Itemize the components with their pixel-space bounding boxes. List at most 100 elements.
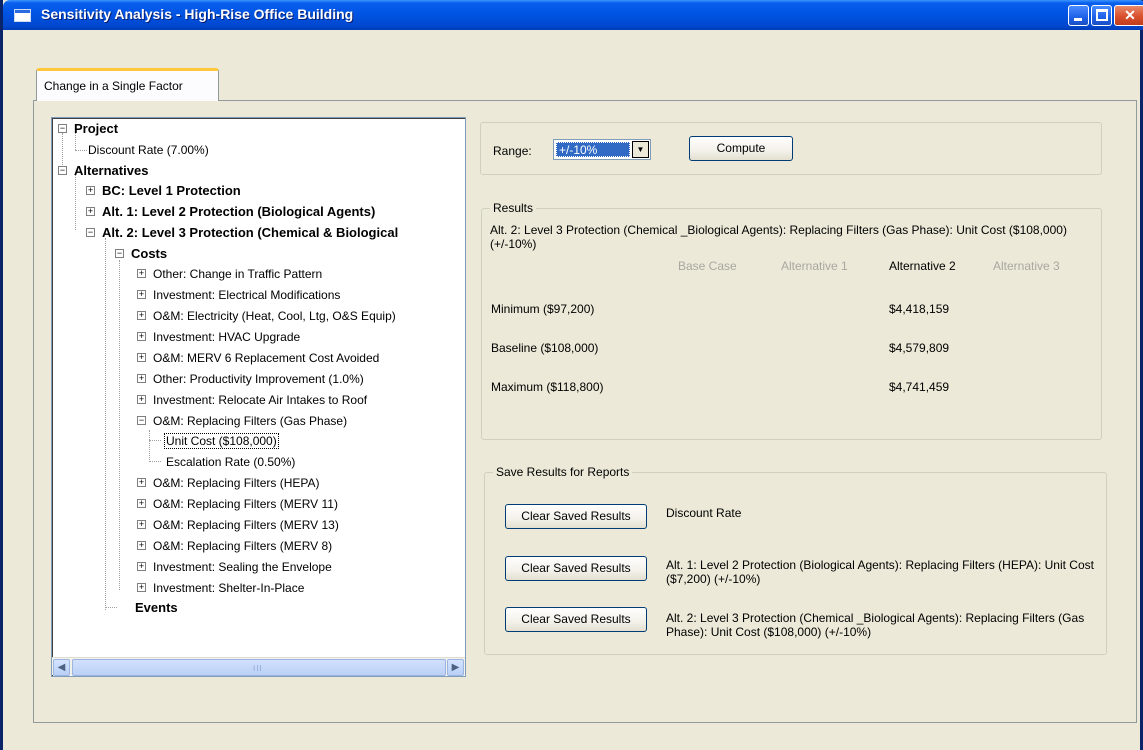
- scroll-thumb[interactable]: III: [72, 659, 446, 676]
- collapse-icon[interactable]: −: [137, 416, 146, 425]
- tree-node-alt-1[interactable]: + Alt. 1: Level 2 Protection (Biological…: [85, 202, 375, 222]
- expand-icon[interactable]: +: [137, 520, 146, 529]
- tree-node-label: Discount Rate (7.00%): [88, 143, 209, 157]
- tree-node-label: O&M: Replacing Filters (MERV 11): [153, 497, 338, 511]
- tree-node-cost-item[interactable]: + Other: Productivity Improvement (1.0%): [136, 369, 364, 389]
- expand-icon[interactable]: +: [137, 269, 146, 278]
- tree-node-cost-item[interactable]: + O&M: Replacing Filters (MERV 8): [136, 536, 332, 556]
- column-header-alternative-1: Alternative 1: [781, 259, 848, 273]
- tab-change-single-factor[interactable]: Change in a Single Factor: [36, 68, 219, 101]
- tree-node-cost-item[interactable]: + O&M: Replacing Filters (MERV 13): [136, 515, 339, 535]
- scroll-right-button[interactable]: ▶: [447, 659, 464, 676]
- expand-icon[interactable]: +: [137, 583, 146, 592]
- collapse-icon[interactable]: −: [58, 124, 67, 133]
- tree-line: [75, 173, 76, 230]
- expand-icon[interactable]: +: [137, 311, 146, 320]
- tree-node-events[interactable]: Events: [135, 598, 178, 618]
- tree-node-label: Investment: HVAC Upgrade: [153, 330, 301, 344]
- save-results-group-title: Save Results for Reports: [493, 465, 633, 479]
- range-select-value: +/-10%: [556, 142, 630, 157]
- result-row-value: $4,418,159: [889, 302, 950, 316]
- expand-icon[interactable]: +: [137, 562, 146, 571]
- expand-icon[interactable]: +: [86, 186, 95, 195]
- tree-node-project[interactable]: − Project: [57, 119, 118, 139]
- tree-node-cost-item[interactable]: + O&M: Replacing Filters (MERV 11): [136, 494, 338, 514]
- tree-line: [75, 150, 87, 151]
- collapse-icon[interactable]: −: [86, 228, 95, 237]
- tree-node-cost-item[interactable]: + O&M: Electricity (Heat, Cool, Ltg, O&S …: [136, 306, 396, 326]
- tree-node-alt-bc[interactable]: + BC: Level 1 Protection: [85, 181, 241, 201]
- tree-node-label: Project: [74, 121, 119, 136]
- tree-node-label: O&M: Replacing Filters (HEPA): [153, 476, 320, 490]
- minimize-icon: [1074, 18, 1082, 21]
- tree-node-label: Investment: Electrical Modifications: [153, 288, 341, 302]
- tree-node-alt-2[interactable]: − Alt. 2: Level 3 Protection (Chemical &…: [85, 223, 398, 243]
- tree-horizontal-scrollbar[interactable]: ◀ III ▶: [52, 657, 465, 676]
- range-select[interactable]: +/-10% ▼: [553, 139, 651, 160]
- tree-node-label-selected: Unit Cost ($108,000): [164, 433, 279, 449]
- tree-node-label: Investment: Sealing the Envelope: [153, 560, 332, 574]
- saved-result-text: Alt. 2: Level 3 Protection (Chemical _Bi…: [666, 611, 1085, 639]
- close-button[interactable]: ✕: [1114, 5, 1143, 26]
- tree-node-label: O&M: Replacing Filters (MERV 13): [153, 518, 339, 532]
- factor-tree[interactable]: − Project Discount Rate (7.00%) − Altern…: [51, 117, 466, 677]
- saved-result-text: Alt. 1: Level 2 Protection (Biological A…: [666, 558, 1094, 586]
- tab-label: Change in a Single Factor: [44, 79, 183, 93]
- tree-node-discount-rate[interactable]: Discount Rate (7.00%): [88, 140, 209, 160]
- expand-icon[interactable]: +: [137, 541, 146, 550]
- tree-node-cost-item[interactable]: + Investment: Sealing the Envelope: [136, 557, 332, 577]
- tree-node-cost-item-expanded[interactable]: − O&M: Replacing Filters (Gas Phase): [136, 411, 347, 431]
- expand-icon[interactable]: +: [137, 353, 146, 362]
- tree-node-cost-item[interactable]: + Investment: Electrical Modifications: [136, 285, 340, 305]
- tree-node-costs[interactable]: − Costs: [114, 244, 167, 264]
- clear-saved-results-button[interactable]: Clear Saved Results: [505, 504, 647, 529]
- tree-node-label: Investment: Shelter-In-Place: [153, 581, 305, 595]
- scroll-left-button[interactable]: ◀: [53, 659, 70, 676]
- tree-node-alternatives[interactable]: − Alternatives: [57, 161, 148, 181]
- result-row-label: Minimum ($97,200): [491, 302, 595, 316]
- collapse-icon[interactable]: −: [115, 249, 124, 258]
- expand-icon[interactable]: +: [137, 478, 146, 487]
- expand-icon[interactable]: +: [137, 332, 146, 341]
- scroll-left-icon: ◀: [57, 662, 66, 673]
- tree-node-cost-item[interactable]: + Investment: HVAC Upgrade: [136, 327, 300, 347]
- tree-line: [119, 260, 120, 590]
- tree-node-cost-item[interactable]: + O&M: Replacing Filters (HEPA): [136, 473, 319, 493]
- app-window: Sensitivity Analysis - High-Rise Office …: [0, 0, 1143, 750]
- tree-line: [149, 430, 150, 460]
- tree-line: [149, 461, 161, 462]
- compute-button[interactable]: Compute: [689, 136, 793, 161]
- tree-node-escalation-rate[interactable]: Escalation Rate (0.50%): [164, 452, 295, 472]
- expand-icon[interactable]: +: [137, 290, 146, 299]
- tree-node-label: O&M: Replacing Filters (Gas Phase): [153, 414, 348, 428]
- tree-node-cost-item[interactable]: + Investment: Shelter-In-Place: [136, 578, 304, 598]
- range-dropdown-button[interactable]: ▼: [632, 141, 649, 158]
- minimize-button[interactable]: [1068, 5, 1089, 26]
- range-label: Range:: [493, 144, 532, 158]
- window-title: Sensitivity Analysis - High-Rise Office …: [41, 6, 354, 22]
- tree-node-label: BC: Level 1 Protection: [102, 183, 241, 198]
- tree-node-cost-item[interactable]: + Other: Change in Traffic Pattern: [136, 264, 322, 284]
- column-header-base-case: Base Case: [678, 259, 737, 273]
- clear-saved-results-button[interactable]: Clear Saved Results: [505, 556, 647, 581]
- result-row-value: $4,741,459: [889, 380, 950, 394]
- result-row-label: Baseline ($108,000): [491, 341, 599, 355]
- maximize-button[interactable]: [1091, 5, 1112, 26]
- title-bar[interactable]: Sensitivity Analysis - High-Rise Office …: [3, 0, 1143, 30]
- expand-icon[interactable]: +: [137, 395, 146, 404]
- tree-node-label: Costs: [131, 246, 168, 261]
- tree-node-cost-item[interactable]: + Investment: Relocate Air Intakes to Roo…: [136, 390, 367, 410]
- tree-node-label: Escalation Rate (0.50%): [166, 455, 296, 469]
- expand-icon[interactable]: +: [137, 374, 146, 383]
- clear-saved-results-button[interactable]: Clear Saved Results: [505, 607, 647, 632]
- tree-node-label: Investment: Relocate Air Intakes to Roof: [153, 393, 368, 407]
- tree-line: [105, 238, 106, 610]
- expand-icon[interactable]: +: [137, 499, 146, 508]
- tree-node-label: Other: Productivity Improvement (1.0%): [153, 372, 364, 386]
- collapse-icon[interactable]: −: [58, 166, 67, 175]
- tree-node-label: Events: [135, 600, 178, 615]
- expand-icon[interactable]: +: [86, 207, 95, 216]
- tree-node-cost-item[interactable]: + O&M: MERV 6 Replacement Cost Avoided: [136, 348, 379, 368]
- tree-node-unit-cost[interactable]: Unit Cost ($108,000): [164, 431, 279, 451]
- column-header-alternative-2: Alternative 2: [889, 259, 956, 273]
